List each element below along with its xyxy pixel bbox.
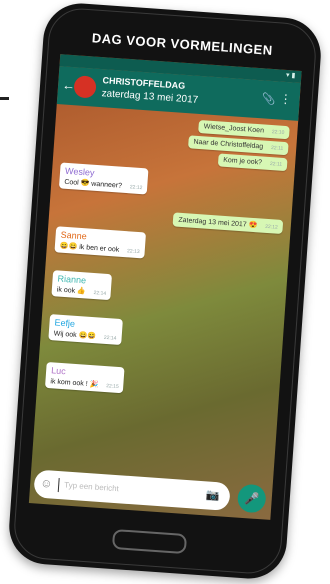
camera-icon[interactable]: 📷 [206,488,221,502]
message-text: Cool 😎 wanneer? [64,178,123,190]
message-bubble[interactable]: Luc ik kom ook ! 🎉 22:15 [44,361,126,394]
message-time: 22:10 [271,129,285,136]
message-input-bar[interactable]: ☺ Typ een bericht 📷 [33,469,231,511]
sender-name: Eefje [54,317,76,329]
group-avatar[interactable] [73,75,97,99]
message-text: ik kom ook ! 🎉 [50,378,99,389]
message-text: Wij ook 😄😄 [53,330,97,341]
message-time: 22:14 [93,290,107,297]
message-placeholder[interactable]: Typ een bericht [64,480,119,493]
message-bubble[interactable]: Kom je ook? 22:11 [217,153,288,172]
message-time: 22:15 [105,383,119,390]
phone-frame: DAG VOOR VORMELINGEN ▾ ▮ ← CHRISTOFFELDA… [6,0,324,582]
paperclip-icon[interactable]: 📎 [261,92,276,106]
more-vert-icon[interactable]: ⋮ [279,92,292,107]
message-text: Kom je ook? [222,156,263,167]
message-bubble[interactable]: Wesley Cool 😎 wanneer? 22:12 [58,162,149,195]
message-text: Zaterdag 13 mei 2017 😍 [178,216,258,230]
message-bubble[interactable]: Rianne ik ook 👍 22:14 [51,270,113,301]
message-bubble[interactable]: Eefje Wij ook 😄😄 22:14 [48,314,123,346]
message-text: ik ook 👍 [56,286,86,296]
message-text: Naar de Christoffeldag [193,138,264,151]
sender-name: Rianne [57,273,87,286]
message-time: 22:14 [103,334,117,342]
sender-name: Luc [50,365,67,377]
text-cursor [57,478,60,493]
message-time: 22:12 [264,223,278,231]
margin-dash [0,97,9,100]
chat-screen: ▾ ▮ ← CHRISTOFFELDAG zaterdag 13 mei 201… [28,54,302,520]
message-time: 22:11 [269,161,283,168]
message-text: 😄😄 ik ben er ook [59,242,120,254]
mic-icon[interactable]: 🎤 [236,483,267,514]
message-bubble[interactable]: Sanne 😄😄 ik ben er ook 22:13 [54,226,146,259]
message-list: Wietse_Joost Koen 22:10 Naar de Christof… [32,106,298,480]
message-time: 22:12 [129,184,143,192]
message-text: Wietse_Joost Koen [203,123,265,135]
message-bubble[interactable]: Zaterdag 13 mei 2017 😍 22:12 [172,212,284,235]
message-time: 22:11 [270,145,284,152]
message-time: 22:13 [126,248,140,256]
emoji-icon[interactable]: ☺ [40,476,53,491]
